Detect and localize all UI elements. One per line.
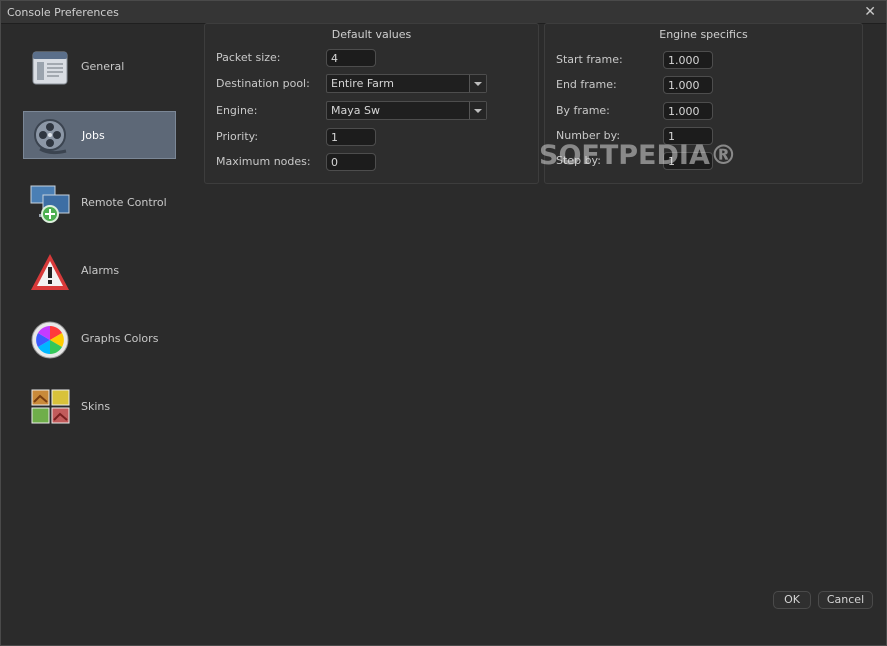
engine-value: Maya Sw [331,104,380,117]
default-values-group: Default values Packet size: 4 Destinatio… [204,23,539,184]
sidebar-item-label: General [81,60,125,73]
packet-size-row: Packet size: 4 [216,48,536,68]
sidebar-item-label: Alarms [81,264,120,277]
sidebar-item-label: Remote Control [81,196,167,209]
engine-select[interactable]: Maya Sw [326,101,487,120]
by-frame-label: By frame: [556,104,610,117]
destination-pool-row: Destination pool: Entire Farm [216,74,536,94]
sidebar-item-skins[interactable]: Skins [23,383,179,431]
sidebar: General Jobs Remote Control Alarms Graph… [23,43,179,451]
group-title: Engine specifics [659,28,748,41]
destination-pool-value: Entire Farm [331,77,394,90]
priority-input[interactable]: 1 [326,128,376,146]
priority-label: Priority: [216,130,259,143]
end-frame-input[interactable]: 1.000 [663,76,713,94]
sidebar-item-general[interactable]: General [23,43,179,91]
destination-pool-label: Destination pool: [216,77,310,90]
remote-monitors-icon [30,185,70,223]
watermark: SOFTPEDIA® [539,140,737,171]
warning-icon [31,254,69,290]
sidebar-item-jobs[interactable]: Jobs [23,111,176,159]
sidebar-item-alarms[interactable]: Alarms [23,247,179,295]
priority-row: Priority: 1 [216,127,536,147]
window-icon [32,51,68,85]
by-frame-input[interactable]: 1.000 [663,102,713,120]
sidebar-item-label: Skins [81,400,111,413]
sidebar-item-graphs-colors[interactable]: Graphs Colors [23,315,179,363]
engine-row: Engine: Maya Sw [216,101,536,121]
start-frame-row: Start frame: 1.000 [556,50,856,70]
end-frame-row: End frame: 1.000 [556,75,856,95]
start-frame-label: Start frame: [556,53,623,66]
ok-button[interactable]: OK [773,591,811,609]
film-reel-icon [34,119,67,155]
preferences-window: Console Preferences ✕ General Jobs Remot… [0,0,887,646]
maximum-nodes-input[interactable]: 0 [326,153,376,171]
maximum-nodes-row: Maximum nodes: 0 [216,152,536,172]
close-icon[interactable]: ✕ [864,4,876,20]
cancel-button[interactable]: Cancel [818,591,873,609]
start-frame-input[interactable]: 1.000 [663,51,713,69]
skins-icon [31,389,70,424]
sidebar-item-remote-control[interactable]: Remote Control [23,179,179,227]
packet-size-label: Packet size: [216,51,281,64]
title-bar: Console Preferences ✕ [1,1,886,24]
color-wheel-icon [31,321,69,359]
group-title: Default values [331,28,412,41]
window-title: Console Preferences [7,6,119,19]
sidebar-item-label: Jobs [82,129,105,142]
maximum-nodes-label: Maximum nodes: [216,155,311,168]
end-frame-label: End frame: [556,78,617,91]
by-frame-row: By frame: 1.000 [556,101,856,121]
destination-pool-select[interactable]: Entire Farm [326,74,487,93]
chevron-down-icon[interactable] [469,102,486,119]
chevron-down-icon[interactable] [469,75,486,92]
sidebar-item-label: Graphs Colors [81,332,159,345]
engine-label: Engine: [216,104,258,117]
packet-size-input[interactable]: 4 [326,49,376,67]
